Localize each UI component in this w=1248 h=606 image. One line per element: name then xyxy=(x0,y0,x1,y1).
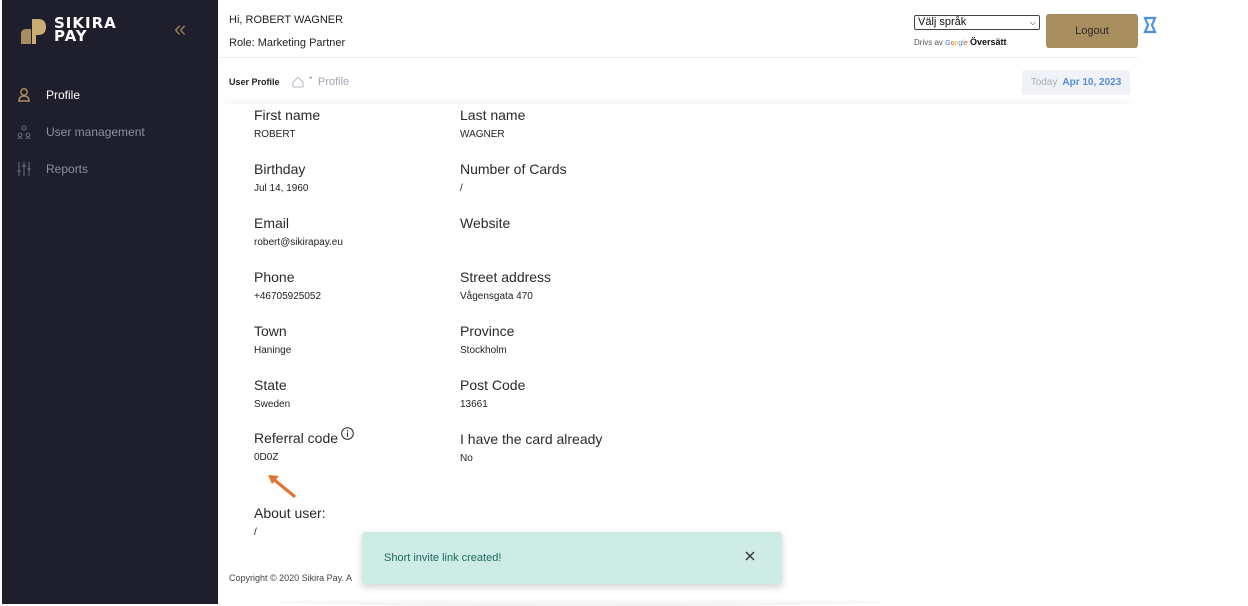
field-value: +46705925052 xyxy=(254,291,322,302)
field-value: Jul 14, 1960 xyxy=(254,183,309,194)
field-label: Birthday xyxy=(254,161,306,177)
field-province: Province Stockholm xyxy=(460,323,514,356)
field-value: Sweden xyxy=(254,399,291,410)
field-value: No xyxy=(460,453,473,464)
field-last-name: Last name WAGNER xyxy=(460,107,525,140)
brand-logo[interactable]: SIKIRA PAY xyxy=(18,14,117,46)
sidebar-item-reports[interactable]: Reports xyxy=(2,150,218,187)
person-icon xyxy=(16,87,32,103)
field-label: About user: xyxy=(254,505,326,521)
double-chevron-left-icon[interactable]: « xyxy=(174,18,192,40)
field-label: Post Code xyxy=(460,377,526,393)
field-label: Website xyxy=(460,215,511,231)
field-label: I have the card already xyxy=(460,431,603,447)
field-phone: Phone +46705925052 xyxy=(254,269,321,302)
field-label: Referral code xyxy=(254,430,339,446)
field-label: Last name xyxy=(460,107,526,123)
annotation-arrow-icon xyxy=(268,475,296,498)
sliders-icon xyxy=(16,161,32,177)
close-icon[interactable] xyxy=(743,549,757,563)
field-value: WAGNER xyxy=(460,129,505,140)
powered-prefix: Drivs av xyxy=(914,38,943,47)
sidebar-item-label: User management xyxy=(46,124,145,139)
logout-button[interactable]: Logout xyxy=(1046,14,1138,48)
field-value: Haninge xyxy=(254,345,292,356)
field-value: Vågensgata 470 xyxy=(460,291,533,302)
top-header: Hi, ROBERT WAGNER Role: Marketing Partne… xyxy=(218,0,1138,58)
brand-name: SIKIRA PAY xyxy=(54,16,117,44)
field-label: Province xyxy=(460,323,515,339)
toast-message: Short invite link created! xyxy=(384,552,502,564)
field-email: Email robert@sikirapay.eu xyxy=(254,215,343,248)
field-value: Stockholm xyxy=(460,345,507,356)
google-logo[interactable]: Google xyxy=(945,40,968,47)
referral-code-value[interactable]: 0D0Z xyxy=(254,452,354,463)
sidebar-nav: Profile User management Reports xyxy=(2,76,218,187)
info-icon[interactable] xyxy=(341,427,354,440)
google-translate-credit: Drivs av Google Översätt xyxy=(914,37,1007,47)
extension-icon[interactable] xyxy=(1142,16,1158,34)
field-value: 13661 xyxy=(460,399,488,410)
translate-link[interactable]: Översätt xyxy=(970,37,1007,47)
chevron-down-icon: ⌵ xyxy=(1029,18,1036,27)
field-value: robert@sikirapay.eu xyxy=(254,237,343,248)
field-street-address: Street address Vågensgata 470 xyxy=(460,269,551,302)
breadcrumb-separator: • xyxy=(309,73,313,84)
field-label: State xyxy=(254,377,287,393)
date-value: Apr 10, 2023 xyxy=(1062,77,1122,88)
field-referral-code: Referral code 0D0Z xyxy=(254,427,354,463)
field-label: Phone xyxy=(254,269,295,285)
language-select-value: Välj språk xyxy=(918,16,967,28)
field-town: Town Haninge xyxy=(254,323,291,356)
copyright-text: Copyright © 2020 Sikira Pay. A xyxy=(229,573,353,583)
field-label: Email xyxy=(254,215,290,231)
sikira-pay-logo-icon xyxy=(18,15,48,45)
field-birthday: Birthday Jul 14, 1960 xyxy=(254,161,309,194)
field-website: Website xyxy=(460,215,510,237)
language-select[interactable]: Välj språk ⌵ xyxy=(914,15,1040,30)
page-title: User Profile xyxy=(229,77,280,87)
sidebar-item-label: Profile xyxy=(46,87,81,102)
sidebar: SIKIRA PAY « Profile User management Rep… xyxy=(2,0,218,604)
field-value: / xyxy=(254,527,257,538)
field-value: ROBERT xyxy=(254,129,296,140)
subheader: User Profile • Profile Today Apr 10, 202… xyxy=(218,60,1138,104)
field-has-card: I have the card already No xyxy=(460,431,602,464)
toast-notification: Short invite link created! xyxy=(362,532,782,584)
field-value: / xyxy=(460,183,463,194)
field-number-of-cards: Number of Cards / xyxy=(460,161,567,194)
field-label: Town xyxy=(254,323,287,339)
field-label-row: Referral code xyxy=(254,427,354,446)
users-icon xyxy=(16,124,32,140)
field-first-name: First name ROBERT xyxy=(254,107,320,140)
date-chip[interactable]: Today Apr 10, 2023 xyxy=(1022,70,1130,95)
field-label: Street address xyxy=(460,269,552,285)
field-state: State Sweden xyxy=(254,377,290,410)
sidebar-item-user-management[interactable]: User management xyxy=(2,113,218,150)
bottom-shadow xyxy=(280,598,880,606)
user-role: Role: Marketing Partner xyxy=(229,37,346,49)
field-label: Number of Cards xyxy=(460,161,567,177)
sidebar-item-profile[interactable]: Profile xyxy=(2,76,218,113)
field-about-user: About user: / xyxy=(254,505,326,538)
date-label: Today xyxy=(1030,77,1058,88)
field-label: First name xyxy=(254,107,321,123)
profile-card xyxy=(218,104,1138,554)
home-icon[interactable] xyxy=(292,75,304,88)
sidebar-item-label: Reports xyxy=(46,161,89,176)
user-greeting: Hi, ROBERT WAGNER xyxy=(229,14,344,26)
breadcrumb[interactable]: Profile xyxy=(318,76,349,88)
field-post-code: Post Code 13661 xyxy=(460,377,525,410)
